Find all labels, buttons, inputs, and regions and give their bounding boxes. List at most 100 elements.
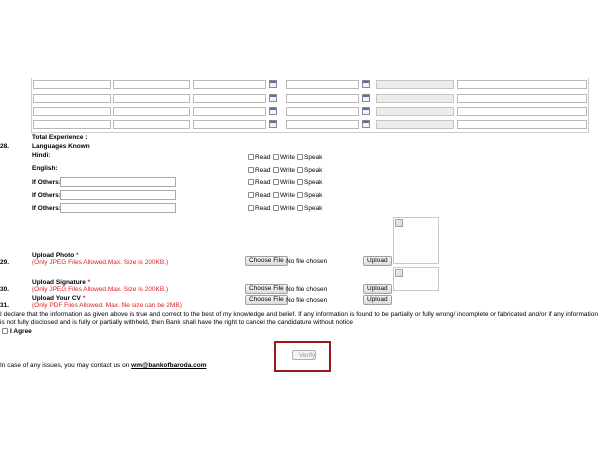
read-label: Read [255, 179, 271, 186]
agree-label: I Agree [10, 328, 32, 335]
experience-date-input[interactable] [286, 120, 359, 129]
experience-text-input[interactable] [33, 94, 111, 103]
write-label: Write [280, 192, 296, 199]
experience-duration-field [376, 120, 454, 129]
other-language-input[interactable] [60, 177, 176, 187]
signature-upload-button[interactable]: Upload [363, 284, 392, 294]
language-row-label: Hindi: [32, 152, 51, 159]
write-checkbox[interactable] [273, 167, 279, 173]
read-checkbox[interactable] [248, 167, 254, 173]
speak-label: Speak [304, 179, 323, 186]
required-marker: * [82, 295, 86, 302]
read-checkbox[interactable] [248, 154, 254, 160]
upload-signature-label: Upload Signature * [32, 279, 90, 286]
experience-text-input[interactable] [457, 120, 587, 129]
experience-date-input[interactable] [286, 94, 359, 103]
cv-choose-file-button[interactable]: Choose File [245, 295, 288, 305]
experience-date-input[interactable] [286, 107, 359, 116]
calendar-icon[interactable] [269, 94, 277, 102]
contact-text: In case of any issues, you may contact u… [0, 362, 132, 369]
photo-hint: (Only JPEG Files Allowed.Max. Size is 20… [32, 259, 169, 266]
signature-choose-file-button[interactable]: Choose File [245, 284, 288, 294]
read-label: Read [255, 154, 271, 161]
calendar-icon[interactable] [269, 120, 277, 128]
speak-label: Speak [304, 205, 323, 212]
experience-text-input[interactable] [457, 94, 587, 103]
experience-duration-field [376, 94, 454, 103]
calendar-icon[interactable] [362, 120, 370, 128]
write-checkbox[interactable] [273, 154, 279, 160]
language-row-label: If Others: [32, 205, 61, 212]
read-label: Read [255, 205, 271, 212]
contact-email-link[interactable]: wm@bankofbaroda.com [131, 362, 206, 369]
required-marker: * [87, 279, 91, 286]
signature-file-status: No file chosen [286, 286, 328, 293]
photo-choose-file-button[interactable]: Choose File [245, 256, 288, 266]
experience-text-input[interactable] [33, 80, 111, 89]
experience-text-input[interactable] [457, 80, 587, 89]
experience-date-input[interactable] [193, 80, 266, 89]
other-language-input[interactable] [60, 190, 176, 200]
write-checkbox[interactable] [273, 205, 279, 211]
read-checkbox[interactable] [248, 192, 254, 198]
experience-date-input[interactable] [193, 107, 266, 116]
speak-checkbox[interactable] [297, 192, 303, 198]
speak-label: Speak [304, 154, 323, 161]
languages-heading: Languages Known [32, 143, 90, 150]
write-checkbox[interactable] [273, 192, 279, 198]
speak-checkbox[interactable] [297, 205, 303, 211]
signature-preview [393, 267, 439, 291]
required-marker: * [76, 252, 79, 259]
upload-signature-text: Upload Signature [32, 279, 86, 286]
read-label: Read [255, 192, 271, 199]
upload-cv-label: Upload Your CV * [32, 295, 85, 302]
experience-text-input[interactable] [457, 107, 587, 116]
calendar-icon[interactable] [362, 80, 370, 88]
experience-text-input[interactable] [33, 120, 111, 129]
cv-file-status: No file chosen [286, 297, 328, 304]
speak-label: Speak [304, 192, 323, 199]
write-label: Write [280, 154, 296, 161]
calendar-icon[interactable] [362, 94, 370, 102]
write-checkbox[interactable] [273, 179, 279, 185]
speak-checkbox[interactable] [297, 154, 303, 160]
experience-text-input[interactable] [113, 120, 190, 129]
signature-number: 30. [0, 286, 10, 293]
declaration-text: I declare that the information as given … [0, 311, 598, 326]
speak-label: Speak [304, 167, 323, 174]
speak-checkbox[interactable] [297, 167, 303, 173]
calendar-icon[interactable] [362, 107, 370, 115]
speak-checkbox[interactable] [297, 179, 303, 185]
experience-date-input[interactable] [193, 120, 266, 129]
cv-hint: (Only PDF Files Allowed. Max. file size … [32, 302, 182, 309]
experience-date-input[interactable] [286, 80, 359, 89]
contact-line: In case of any issues, you may contact u… [0, 362, 206, 369]
photo-file-status: No file chosen [286, 258, 328, 265]
broken-image-icon [395, 269, 403, 277]
experience-text-input[interactable] [113, 80, 190, 89]
upload-cv-text: Upload Your CV [32, 295, 81, 302]
calendar-icon[interactable] [269, 107, 277, 115]
experience-duration-field [376, 107, 454, 116]
read-checkbox[interactable] [248, 179, 254, 185]
signature-hint: (Only JPEG Files Allowed.Max. Size is 20… [32, 286, 169, 293]
read-checkbox[interactable] [248, 205, 254, 211]
read-label: Read [255, 167, 271, 174]
other-language-input[interactable] [60, 203, 176, 213]
languages-number: 28. [0, 143, 10, 150]
photo-preview [393, 217, 439, 264]
cv-upload-button[interactable]: Upload [363, 295, 392, 305]
experience-duration-field [376, 80, 454, 89]
experience-text-input[interactable] [33, 107, 111, 116]
experience-text-input[interactable] [113, 107, 190, 116]
broken-image-icon [395, 219, 403, 227]
agree-checkbox[interactable] [2, 328, 8, 334]
verify-button[interactable]: Verify [292, 350, 316, 360]
experience-text-input[interactable] [113, 94, 190, 103]
total-experience-label: Total Experience : [32, 134, 88, 141]
experience-date-input[interactable] [193, 94, 266, 103]
write-label: Write [280, 179, 296, 186]
calendar-icon[interactable] [269, 80, 277, 88]
language-row-label: If Others: [32, 179, 61, 186]
photo-upload-button[interactable]: Upload [363, 256, 392, 266]
